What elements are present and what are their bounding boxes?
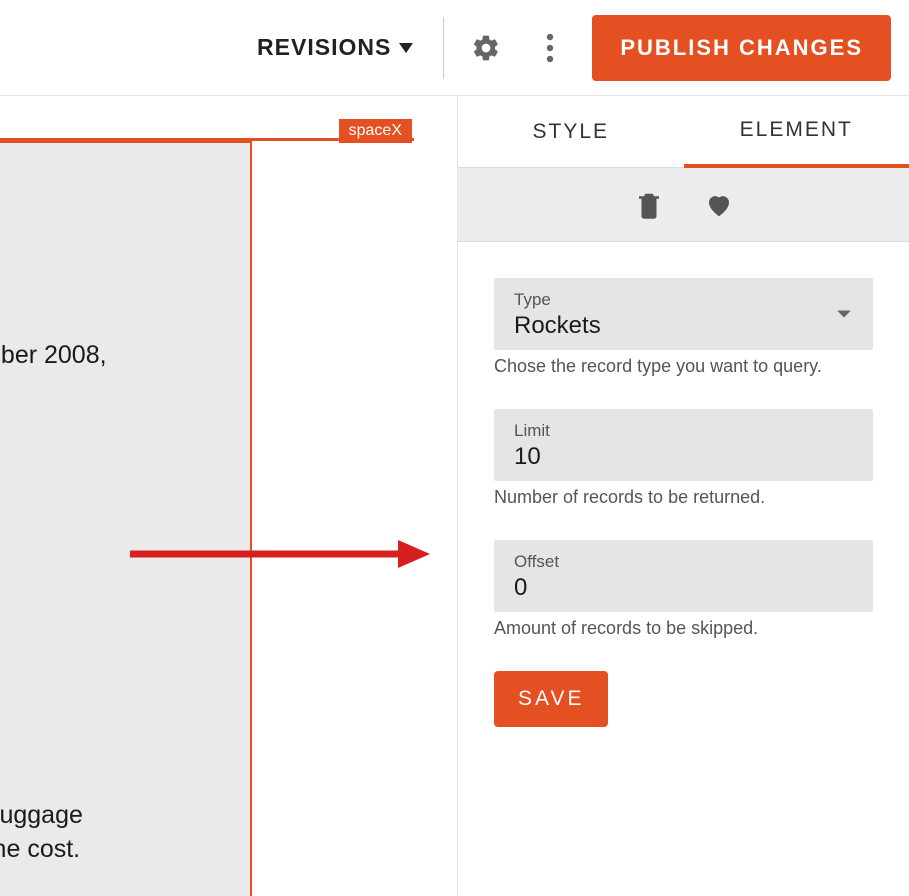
top-header: REVISIONS PUBLISH CHANGES	[0, 0, 909, 96]
canvas-text-fragment: one-third the cost.	[0, 835, 80, 864]
tab-style[interactable]: STYLE	[458, 96, 684, 168]
limit-help: Number of records to be returned.	[494, 487, 873, 508]
divider	[443, 17, 444, 79]
settings-button[interactable]	[464, 26, 508, 70]
limit-label: Limit	[514, 421, 853, 441]
gear-icon	[471, 33, 501, 63]
element-actions	[458, 168, 909, 242]
arrow-annotation-icon	[130, 536, 430, 572]
offset-value: 0	[514, 574, 853, 602]
more-menu-button[interactable]	[528, 26, 572, 70]
type-value: Rockets	[514, 312, 853, 340]
limit-input[interactable]: Limit 10	[494, 409, 873, 481]
caret-down-icon	[399, 43, 413, 53]
main-area: spaceX 28 September 2008, he Dragon ers,…	[0, 96, 909, 896]
revisions-label: REVISIONS	[257, 34, 391, 61]
inspector-panel: STYLE ELEMENT Type Rockets Chose the rec…	[458, 96, 909, 896]
publish-changes-button[interactable]: PUBLISH CHANGES	[592, 15, 891, 81]
selected-element-outline[interactable]: spaceX	[0, 141, 252, 896]
canvas-preview: spaceX 28 September 2008, he Dragon ers,…	[0, 96, 458, 896]
offset-label: Offset	[514, 552, 853, 572]
heart-icon[interactable]	[704, 190, 734, 220]
canvas-text-fragment: 28 September 2008,	[0, 341, 107, 370]
offset-help: Amount of records to be skipped.	[494, 618, 873, 639]
selection-tag: spaceX	[339, 119, 412, 143]
type-select[interactable]: Type Rockets	[494, 278, 873, 350]
element-form: Type Rockets Chose the record type you w…	[458, 242, 909, 763]
limit-value: 10	[514, 443, 853, 471]
offset-input[interactable]: Offset 0	[494, 540, 873, 612]
revisions-dropdown[interactable]: REVISIONS	[247, 34, 423, 61]
tab-element[interactable]: ELEMENT	[684, 96, 909, 168]
content-frame: spaceX 28 September 2008, he Dragon ers,…	[0, 138, 414, 896]
trash-icon[interactable]	[634, 190, 664, 220]
type-label: Type	[514, 290, 853, 310]
inspector-tabs: STYLE ELEMENT	[458, 96, 909, 168]
type-help: Chose the record type you want to query.	[494, 356, 873, 377]
canvas-text-fragment: ers, crew, luggage	[0, 801, 83, 830]
dots-vertical-icon	[546, 33, 554, 63]
save-button[interactable]: SAVE	[494, 671, 608, 727]
